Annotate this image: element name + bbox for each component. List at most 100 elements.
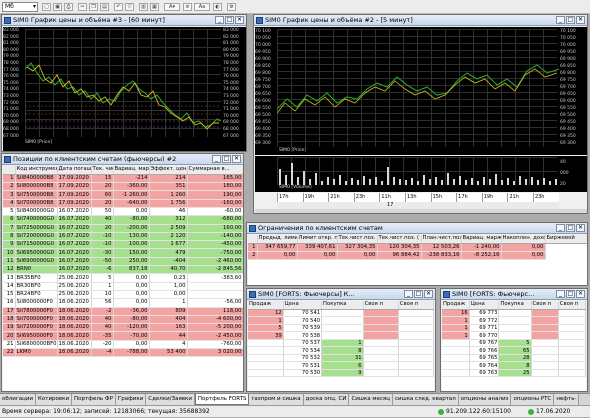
close-icon[interactable]: ✕ bbox=[235, 16, 244, 24]
column-header[interactable]: Тек.чист.поз. ( bbox=[377, 235, 422, 244]
print-icon[interactable]: ⎙ bbox=[64, 3, 73, 11]
chart-icon[interactable]: ▥ bbox=[139, 3, 148, 11]
order-book-level[interactable]: 69 767 5 bbox=[442, 339, 586, 348]
minimize-icon[interactable]: _ bbox=[404, 290, 413, 298]
price-chart-60min[interactable]: 83 000 82 000 81 000 80 000 79 000 78 000 77 0… bbox=[3, 27, 246, 151]
minimize-icon[interactable]: _ bbox=[556, 224, 565, 232]
order-book-level[interactable]: 70 532 31 bbox=[248, 354, 434, 363]
table-icon[interactable]: ▦ bbox=[150, 3, 159, 11]
text-icon[interactable]: Aa bbox=[194, 3, 210, 11]
maximize-icon[interactable]: □ bbox=[566, 16, 575, 24]
copy-icon[interactable]: ❐ bbox=[89, 3, 98, 11]
font-icon[interactable]: A▾ bbox=[164, 3, 180, 11]
table-row[interactable]: 4 SiI7000000B8 17.09.2020 20 -640,00 1 756 -16… bbox=[3, 199, 243, 209]
order-book-table[interactable]: Продаж Цена Покупка Своя п Своя п 16 69 773 1 6… bbox=[442, 301, 586, 391]
column-header[interactable]: Предыд. лимит bbox=[257, 235, 298, 244]
workspace-tab[interactable]: газпром и сишка bbox=[249, 394, 304, 405]
chart-window-60min[interactable]: SIM0 График цены и объёма #3 - [60 минут… bbox=[1, 14, 247, 152]
close-icon[interactable]: ✕ bbox=[576, 290, 585, 298]
column-header[interactable]: Лимит откр. п. bbox=[297, 235, 338, 244]
settings-icon[interactable]: ⚙ bbox=[227, 3, 236, 11]
new-window-icon[interactable]: ▢ bbox=[42, 3, 51, 11]
order-book-level[interactable]: 70 530 9 bbox=[248, 369, 434, 378]
minimize-icon[interactable]: _ bbox=[556, 290, 565, 298]
positions-window[interactable]: Позиции по клиентским счетам (фьючерсы) … bbox=[1, 153, 244, 392]
table-row[interactable]: 3 SiI7500000B8 17.09.2020 60 -1 260,00 1 260 1… bbox=[3, 190, 243, 200]
order-book-level[interactable]: 70 537 1 bbox=[248, 339, 434, 348]
column-header[interactable]: Биржевой bbox=[545, 235, 587, 244]
order-book-level[interactable]: 39 70 538 bbox=[248, 331, 434, 340]
minimize-icon[interactable]: _ bbox=[556, 16, 565, 24]
column-header[interactable]: Накоплен. доход bbox=[501, 235, 546, 244]
workspace-tab[interactable]: облигации bbox=[0, 394, 36, 405]
column-header[interactable]: План.чист.поз. bbox=[421, 235, 462, 244]
column-header[interactable]: Продаж bbox=[442, 301, 470, 310]
maximize-icon[interactable]: □ bbox=[222, 155, 231, 163]
column-header[interactable]: Код инструмента bbox=[15, 166, 58, 175]
window-titlebar[interactable]: Позиции по клиентским счетам (фьючерсы) … bbox=[2, 154, 243, 165]
table-row[interactable]: 11 SiI6900000G0 16.07.2020 -50 250,00 -404 -2 … bbox=[3, 257, 243, 267]
close-icon[interactable]: ✕ bbox=[232, 155, 241, 163]
table-row[interactable]: 7 SiI7250000G0 16.07.2020 20 -200,00 2 509 160… bbox=[3, 224, 243, 233]
maximize-icon[interactable]: □ bbox=[566, 290, 575, 298]
save-icon[interactable]: ▣ bbox=[53, 3, 62, 11]
order-book-window-1[interactable]: SIM0 [FORTS: Фьючерсы] К... _ □ ✕ Продаж… bbox=[246, 288, 436, 392]
order-book-level[interactable]: 1 70 540 bbox=[248, 316, 434, 325]
column-header[interactable]: Своя п bbox=[398, 301, 434, 310]
column-header[interactable]: Покупка bbox=[498, 301, 532, 310]
workspace-tab[interactable]: опционы РТС bbox=[511, 394, 555, 405]
chart-window-5min[interactable]: SIM0 График цены и объёма #2 - [5 минут]… bbox=[253, 14, 588, 214]
column-header[interactable]: Своя п bbox=[363, 301, 399, 310]
order-book-level[interactable]: 69 764 8 bbox=[442, 361, 586, 370]
close-icon[interactable]: ✕ bbox=[424, 290, 433, 298]
close-icon[interactable]: ✕ bbox=[576, 224, 585, 232]
horizontal-scrollbar[interactable] bbox=[255, 209, 587, 213]
column-header[interactable]: Вариац. маржа bbox=[113, 166, 150, 175]
table-row[interactable]: 12 BRN0 16.07.2020 -6 837,18 40,70 -2 845,56 bbox=[3, 265, 243, 275]
minimize-icon[interactable]: _ bbox=[212, 155, 221, 163]
order-book-level[interactable]: 16 69 773 bbox=[442, 309, 586, 318]
table-row[interactable]: 17 SiI7800000F0 18.06.2020 -2 -36,00 809 118,0… bbox=[3, 307, 243, 316]
maximize-icon[interactable]: □ bbox=[414, 290, 423, 298]
table-row[interactable]: 22 LKM0 18.06.2020 -4 -788,00 53 400 3 020,00 bbox=[3, 348, 243, 358]
order-book-level[interactable]: 12 70 541 bbox=[248, 309, 434, 318]
maximize-icon[interactable]: □ bbox=[566, 224, 575, 232]
window-titlebar[interactable]: SIM0 График цены и объёма #2 - [5 минут]… bbox=[254, 15, 587, 26]
minimize-icon[interactable]: _ bbox=[215, 16, 224, 24]
column-header[interactable] bbox=[3, 166, 16, 175]
workspace-tab[interactable]: Сишка месяц bbox=[349, 394, 393, 405]
volume-chart-5min[interactable]: 40 00020 0000 SIM0 [Volume] bbox=[255, 156, 587, 192]
column-header[interactable]: Своя п bbox=[558, 301, 586, 310]
order-book-level[interactable]: 69 765 28 bbox=[442, 354, 586, 363]
table-row[interactable]: 2 SiI8000000B8 17.09.2020 20 -360,00 351 180,0… bbox=[3, 182, 243, 192]
workspace-tab[interactable]: Графики bbox=[115, 394, 147, 405]
table-row[interactable]: 9 SiI7150000G0 16.07.2020 -10 100,00 1 677 -45… bbox=[3, 240, 243, 250]
table-row[interactable]: 21 SiI6800000BF0 18.06.2020 -20 0,00 4 -760,00 bbox=[3, 340, 243, 350]
window-titlebar[interactable]: SIM0 [FORTS: Фьючерсы] К... _ □ ✕ bbox=[247, 289, 435, 300]
order-book-table[interactable]: Продаж Цена Покупка Своя п Своя п 12 70 541 1 7… bbox=[248, 301, 434, 391]
order-book-level[interactable]: 69 763 25 bbox=[442, 369, 586, 378]
column-header[interactable]: Покупка bbox=[321, 301, 364, 310]
table-row[interactable]: 6 SiI7400000G0 16.07.2020 40 -80,00 312 -680,0… bbox=[3, 215, 243, 225]
table-row[interactable]: 5 SiI8400000G0 16.07.2020 50 0,00 46 -60,00 bbox=[3, 207, 243, 217]
workspace-tab[interactable]: Портфель ФР bbox=[72, 394, 116, 405]
workspace-tab[interactable]: доска опц. СИ bbox=[303, 394, 350, 405]
table-row[interactable]: 15 BR24BF0 25.06.2020 10 0,00 0,00 bbox=[3, 290, 243, 300]
window-titlebar[interactable]: Ограничения по клиентским счетам _ □ ✕ bbox=[247, 223, 587, 234]
order-book-level[interactable]: 70 534 8 bbox=[248, 346, 434, 355]
table-row[interactable]: 13 BR35BF0 25.06.2020 5 0,00 0,23 -383,60 bbox=[3, 273, 243, 283]
column-header[interactable]: Продаж bbox=[248, 301, 284, 310]
maximize-icon[interactable]: □ bbox=[225, 16, 234, 24]
price-chart-5min[interactable]: 70 100 70 050 70 000 69 950 69 900 69 850 69 8… bbox=[255, 27, 587, 155]
order-book-level[interactable]: 1 69 770 bbox=[442, 331, 586, 340]
undo-icon[interactable]: ↶ bbox=[114, 3, 123, 11]
table-row[interactable]: 16 SiI8000000F0 18.06.2020 56 0,00 1 -56,00 bbox=[3, 298, 243, 308]
table-row[interactable]: 18 SiI7000000F0 18.06.2020 40 -80,00 404 -4 60… bbox=[3, 315, 243, 325]
column-header[interactable]: Цена bbox=[283, 301, 323, 310]
order-book-level[interactable]: 5 70 539 bbox=[248, 324, 434, 333]
table-row[interactable]: 14 BR30BF0 25.06.2020 1 0,00 1,00 bbox=[3, 282, 243, 291]
align-icon[interactable]: ≡ bbox=[183, 3, 192, 11]
color-icon[interactable]: ◐ bbox=[213, 3, 222, 11]
workspace-tab[interactable]: Портфель FORTS bbox=[194, 394, 250, 405]
column-header[interactable]: Цена bbox=[469, 301, 500, 310]
